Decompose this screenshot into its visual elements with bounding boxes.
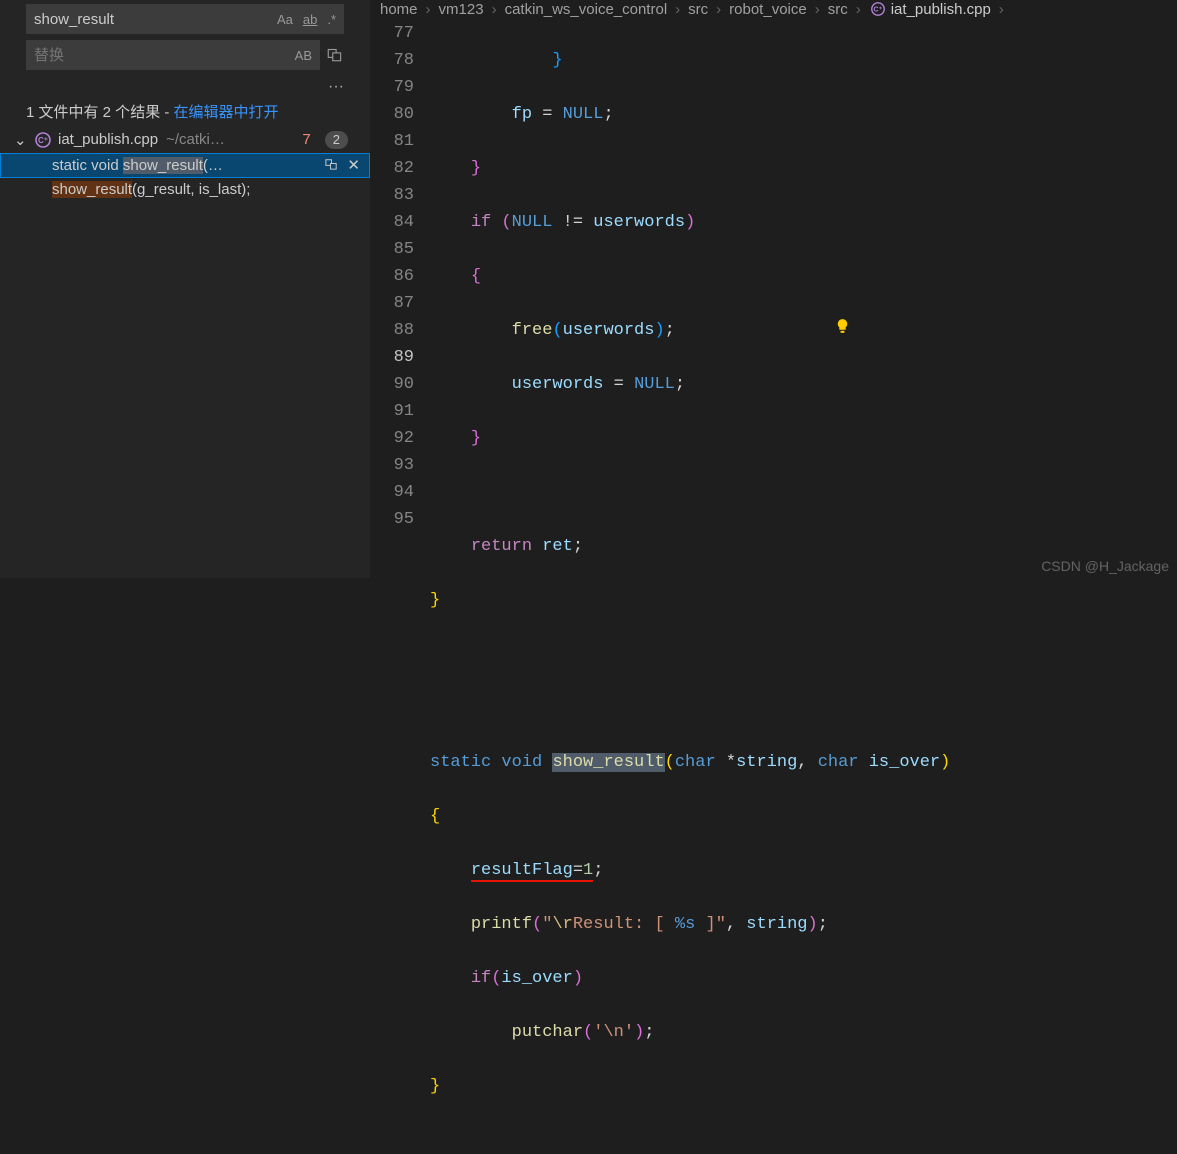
- match-text: static void show_result(…: [52, 157, 316, 174]
- breadcrumb-item[interactable]: home: [380, 1, 418, 18]
- svg-text:C⁺: C⁺: [38, 136, 48, 145]
- svg-text:C⁺: C⁺: [873, 6, 882, 14]
- open-in-editor-link[interactable]: 在编辑器中打开: [174, 104, 279, 121]
- chevron-right-icon: ›: [999, 1, 1004, 18]
- editor-pane: home › vm123 › catkin_ws_voice_control › sr…: [370, 0, 1177, 578]
- replace-input[interactable]: [34, 47, 295, 64]
- replace-input-row: AB: [26, 40, 344, 70]
- search-input[interactable]: [34, 11, 277, 28]
- search-status: 1 文件中有 2 个结果 - 在编辑器中打开: [0, 96, 370, 127]
- chevron-down-icon: ⌄: [14, 131, 28, 149]
- chevron-right-icon: ›: [492, 1, 497, 18]
- replace-single-icon[interactable]: [324, 156, 339, 175]
- match-word-icon[interactable]: ab: [303, 12, 317, 27]
- line-number-gutter: 77 78 79 80 81 82 83 84 85 86 87 88 89 9…: [370, 20, 430, 1154]
- hint-count: 7: [302, 131, 310, 148]
- breadcrumb-item[interactable]: src: [688, 1, 708, 18]
- watermark: CSDN @H_Jackage: [1041, 558, 1169, 574]
- toggle-details-icon[interactable]: ···: [0, 76, 370, 96]
- search-input-row: Aa ab .*: [26, 4, 344, 34]
- match-text: show_result(g_result, is_last);: [52, 181, 360, 198]
- breadcrumb-item[interactable]: iat_publish.cpp: [891, 1, 991, 18]
- cpp-file-icon: C⁺: [34, 131, 52, 149]
- code-content[interactable]: } fp = NULL; } if (NULL != userwords) { …: [430, 20, 1177, 1154]
- replace-all-icon[interactable]: [326, 45, 344, 66]
- regex-icon[interactable]: .*: [327, 12, 336, 27]
- code-editor[interactable]: 77 78 79 80 81 82 83 84 85 86 87 88 89 9…: [370, 18, 1177, 1154]
- lightbulb-icon[interactable]: [834, 318, 851, 335]
- chevron-right-icon: ›: [856, 1, 861, 18]
- status-text: 1 文件中有 2 个结果 -: [26, 104, 174, 121]
- file-name: iat_publish.cpp: [58, 131, 158, 148]
- search-match[interactable]: static void show_result(… ✕: [0, 153, 370, 178]
- search-match[interactable]: show_result(g_result, is_last);: [0, 178, 370, 201]
- chevron-right-icon: ›: [716, 1, 721, 18]
- file-path: ~/catki…: [166, 131, 225, 148]
- search-result-file[interactable]: ⌄ C⁺ iat_publish.cpp ~/catki… 7 2: [0, 127, 370, 153]
- chevron-right-icon: ›: [675, 1, 680, 18]
- breadcrumb-item[interactable]: robot_voice: [729, 1, 807, 18]
- breadcrumb[interactable]: home › vm123 › catkin_ws_voice_control › sr…: [370, 0, 1177, 18]
- search-panel: Aa ab .* AB ··· 1 文件中有 2 个结果 - 在编辑器中打开 ⌄…: [0, 0, 370, 578]
- breadcrumb-item[interactable]: catkin_ws_voice_control: [505, 1, 668, 18]
- breadcrumb-item[interactable]: src: [828, 1, 848, 18]
- match-count-badge: 2: [325, 131, 348, 149]
- dismiss-match-icon[interactable]: ✕: [347, 156, 360, 175]
- chevron-right-icon: ›: [426, 1, 431, 18]
- cpp-file-icon: C⁺: [869, 0, 887, 18]
- breadcrumb-item[interactable]: vm123: [439, 1, 484, 18]
- chevron-right-icon: ›: [815, 1, 820, 18]
- preserve-case-icon[interactable]: AB: [295, 48, 312, 63]
- match-case-icon[interactable]: Aa: [277, 12, 293, 27]
